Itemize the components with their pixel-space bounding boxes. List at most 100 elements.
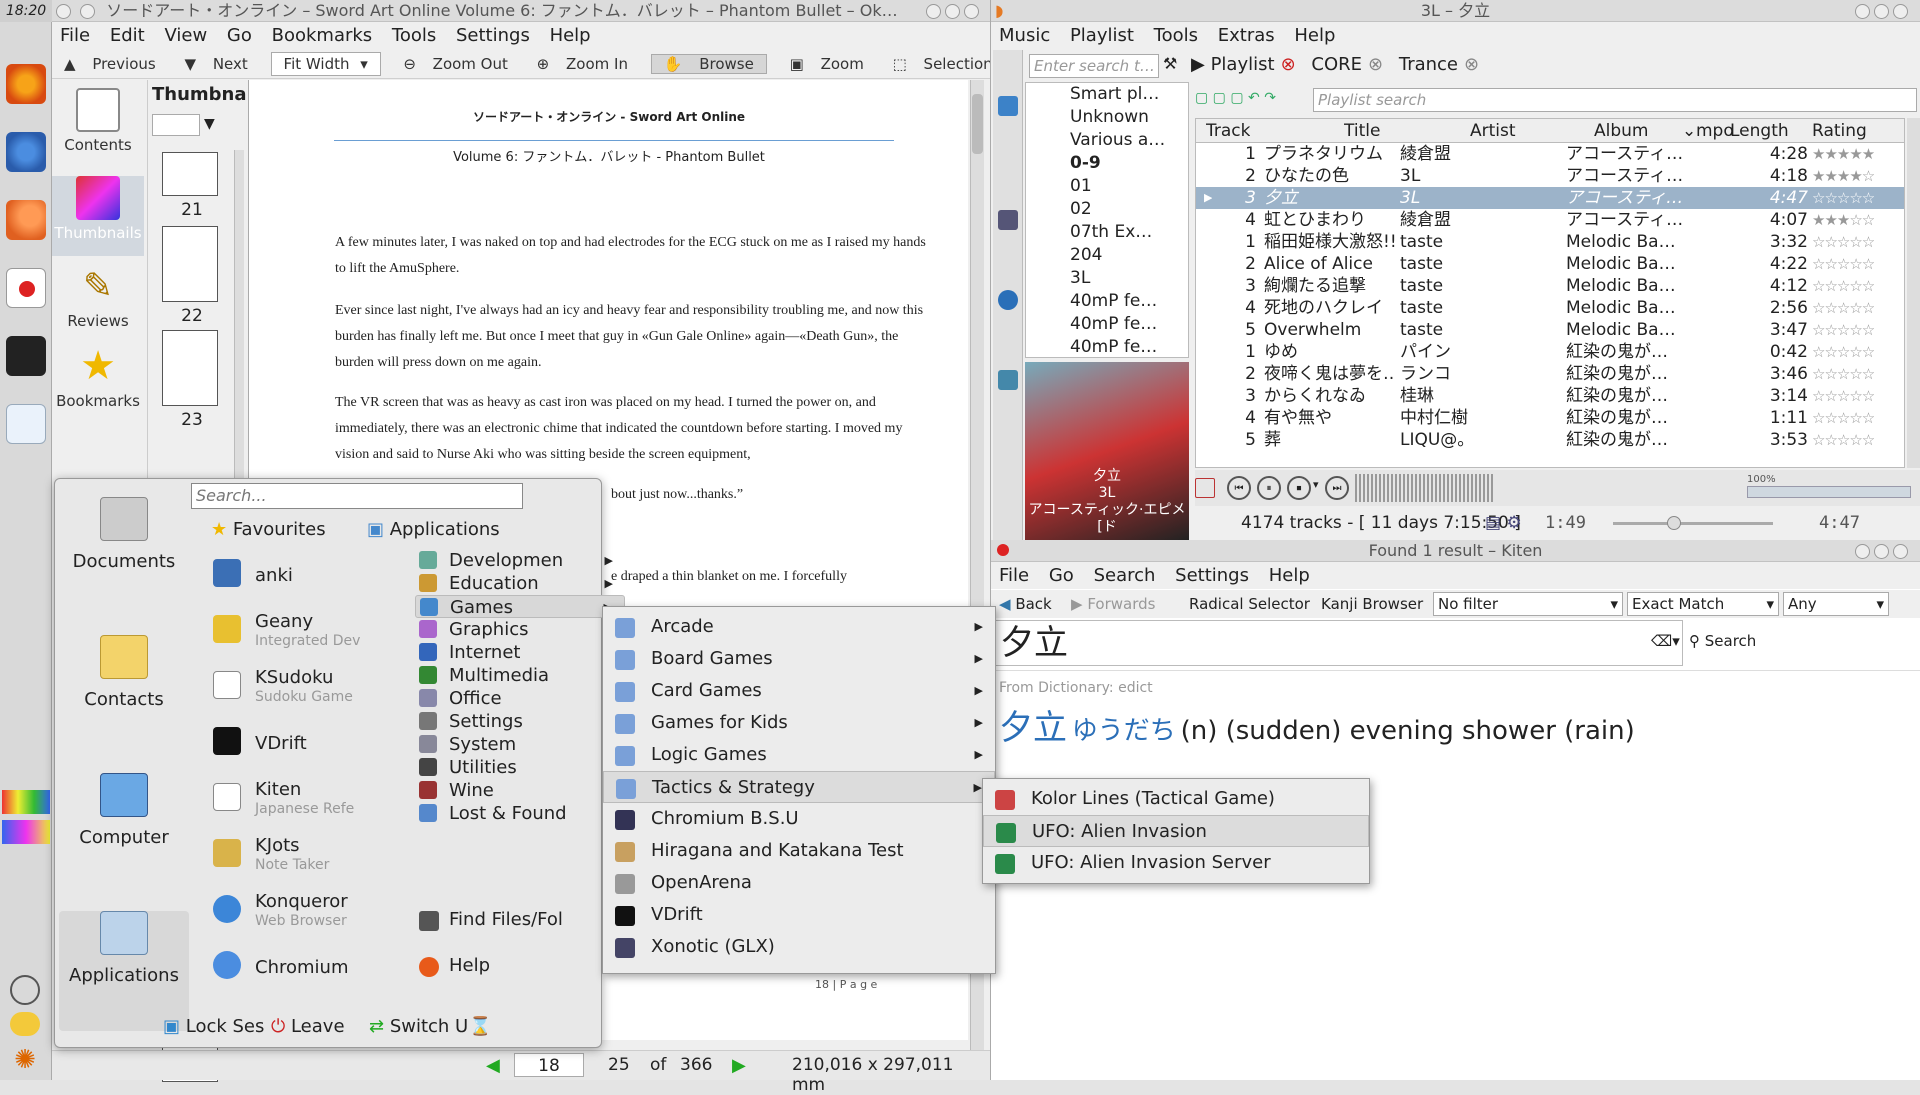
playlist-cell-rating[interactable]: ★★★★★	[1812, 143, 1874, 165]
games-item-openarena[interactable]: OpenArena	[603, 867, 995, 899]
playlist-toolbar-icons[interactable]: ▢ ▢ ▢ ↶ ↷	[1195, 90, 1276, 106]
sidebar-reviews[interactable]: ✎Reviews	[52, 256, 144, 336]
playlist-cell-rating[interactable]: ☆☆☆☆☆	[1812, 407, 1874, 429]
next-track-icon[interactable]: ⏭	[1325, 476, 1349, 500]
kmag-icon[interactable]	[6, 404, 46, 444]
firefox-icon[interactable]	[6, 64, 46, 104]
playlist-cell-rating[interactable]: ☆☆☆☆☆	[1812, 385, 1874, 407]
playlists-icon[interactable]	[998, 210, 1018, 230]
playlist-row[interactable]: 2 夜啼く鬼は夢を… ランコ 紅染の鬼が… 3:46 ☆☆☆☆☆	[1196, 363, 1904, 385]
category-games[interactable]: Games▶	[415, 595, 625, 618]
collection-item[interactable]: 40mP fe…	[1026, 336, 1188, 359]
internet-icon[interactable]	[998, 290, 1018, 310]
playlist-row[interactable]: 4 死地のハクレイ taste Melodic Ba… 2:56 ☆☆☆☆☆	[1196, 297, 1904, 319]
stop-icon[interactable]: ⏹	[1287, 476, 1311, 500]
playlist-cell-rating[interactable]: ★★★☆☆	[1812, 209, 1874, 231]
menu-file[interactable]: File	[999, 565, 1029, 586]
category-developmen[interactable]: Developmen ▶	[415, 549, 625, 572]
radical-selector-button[interactable]: Radical Selector	[1189, 590, 1310, 618]
col-title[interactable]: Title	[1344, 119, 1380, 143]
amarok-app-icon[interactable]: ◗	[995, 0, 1003, 22]
sidebar-thumbnails[interactable]: Thumbnails	[52, 176, 144, 256]
col-tempo[interactable]: mpo	[1696, 119, 1734, 143]
games-item-arcade[interactable]: Arcade ▶	[603, 611, 995, 643]
search-options-icon[interactable]: ⚒	[1163, 54, 1177, 73]
volume-slider[interactable]	[1747, 486, 1911, 498]
fav-chromium[interactable]: Chromium	[205, 943, 385, 999]
col-album[interactable]: Album	[1594, 119, 1648, 143]
amarok-side-tabs[interactable]	[993, 50, 1023, 540]
fav-kiten[interactable]: Kiten Japanese Refe	[205, 775, 385, 831]
tab-trance[interactable]: Trance	[1399, 54, 1458, 75]
pager-icon[interactable]	[2, 790, 50, 814]
fav-vdrift[interactable]: VDrift	[205, 719, 385, 775]
zoom-in-button[interactable]: ⊕ Zoom In	[531, 55, 634, 73]
collection-item[interactable]: Various a…	[1026, 129, 1188, 152]
browse-button[interactable]: ✋ Browse	[650, 54, 767, 74]
playlist-row[interactable]: 3 夕立 3L アコースティ… 4:47 ☆☆☆☆☆ ▶	[1196, 187, 1904, 209]
category-wine[interactable]: Wine▶	[415, 779, 625, 802]
pin-icon[interactable]	[80, 4, 96, 19]
collection-item[interactable]: 3L	[1026, 267, 1188, 290]
close-icon[interactable]	[1893, 544, 1908, 559]
collection-search-input[interactable]: Enter search t…	[1029, 54, 1159, 78]
tactics-item-ufo-alien-invasion[interactable]: UFO: Alien Invasion	[983, 815, 1369, 847]
network-icon[interactable]	[10, 975, 40, 1005]
type-combo[interactable]: Any ▾	[1783, 592, 1889, 616]
collection-item[interactable]: 40mP fe…	[1026, 290, 1188, 313]
filter-combo[interactable]: No filter ▾	[1433, 592, 1623, 616]
menu-settings[interactable]: Settings	[456, 25, 530, 46]
menu-tools[interactable]: Tools	[1154, 25, 1198, 46]
games-item-games-for-kids[interactable]: Games for Kids ▶	[603, 707, 995, 739]
tactics-item-kolor-lines-tactical-game-[interactable]: Kolor Lines (Tactical Game)	[983, 783, 1369, 815]
next-page-icon[interactable]: ▶	[732, 1055, 746, 1076]
kiten-search-input[interactable]: 夕立	[995, 620, 1683, 666]
category-education[interactable]: Education ▶	[415, 572, 625, 595]
pause-icon[interactable]: ⏸	[1257, 476, 1281, 500]
collection-item[interactable]: 40mP fe…	[1026, 313, 1188, 336]
album-cover[interactable]: 夕立 3L アコースティック·エピメ[ド	[1025, 362, 1189, 540]
tab-core[interactable]: CORE	[1311, 54, 1362, 75]
category-multimedia[interactable]: Multimedia▶	[415, 664, 625, 687]
maximize-icon[interactable]	[1874, 544, 1889, 559]
category-settings[interactable]: Settings▶	[415, 710, 625, 733]
games-item-board-games[interactable]: Board Games ▶	[603, 643, 995, 675]
games-item-xonotic-glx-[interactable]: Xonotic (GLX)	[603, 931, 995, 963]
playlist-row[interactable]: 2 Alice of Alice taste Melodic Ba… 4:22 ☆☆☆☆☆	[1196, 253, 1904, 275]
collection-item[interactable]: 204	[1026, 244, 1188, 267]
maximize-icon[interactable]	[945, 4, 960, 19]
window-menu-icon[interactable]	[56, 4, 71, 19]
scrollbar-handle[interactable]	[972, 94, 983, 154]
fav-geany[interactable]: Geany Integrated Dev	[205, 607, 385, 663]
progress-handle[interactable]	[1666, 516, 1681, 530]
clear-input-icon[interactable]: ⌫▾	[1651, 632, 1680, 650]
playlist-row[interactable]: 1 プラネタリウム 綾倉盟 アコースティ… 4:28 ★★★★★	[1196, 143, 1904, 165]
close-tab-icon[interactable]: ⊗	[1464, 54, 1479, 75]
tactics-item-ufo-alien-invasion-server[interactable]: UFO: Alien Invasion Server	[983, 847, 1369, 879]
tab-playlist[interactable]: Playlist	[1211, 54, 1275, 75]
sidebar-contents[interactable]: Contents	[52, 88, 144, 168]
maximize-icon[interactable]	[1874, 4, 1889, 19]
match-combo[interactable]: Exact Match ▾	[1627, 592, 1779, 616]
playlist-cell-rating[interactable]: ☆☆☆☆☆	[1812, 231, 1874, 253]
menu-edit[interactable]: Edit	[110, 25, 145, 46]
playlist-row[interactable]: 4 虹とひまわり 綾倉盟 アコースティ… 4:07 ★★★☆☆	[1196, 209, 1904, 231]
menu-help[interactable]: Help	[1294, 25, 1335, 46]
close-icon[interactable]	[964, 4, 979, 19]
menu-search[interactable]: Search	[1094, 565, 1156, 586]
place-documents[interactable]: Documents	[59, 497, 189, 617]
menu-go[interactable]: Go	[1049, 565, 1074, 586]
col-track[interactable]: Track	[1206, 119, 1250, 143]
playlist-row[interactable]: 2 ひなたの色 3L アコースティ… 4:18 ★★★★☆	[1196, 165, 1904, 187]
minimize-icon[interactable]	[926, 4, 941, 19]
kickoff-search-input[interactable]: Search...	[191, 483, 523, 509]
search-button[interactable]: ⚲ Search	[1689, 632, 1756, 650]
playlist-row[interactable]: 5 葬 LIQU@。 紅染の鬼が… 3:53 ☆☆☆☆☆	[1196, 429, 1904, 451]
stop-menu-icon[interactable]: ▾	[1313, 478, 1319, 491]
kiten-app-icon[interactable]	[997, 544, 1009, 556]
playlist-action-icons[interactable]: ▤ ⚙	[1485, 508, 1522, 538]
thumbnail-page[interactable]	[162, 330, 218, 406]
fav-anki[interactable]: anki	[205, 551, 385, 607]
games-item-logic-games[interactable]: Logic Games ▶	[603, 739, 995, 771]
menu-file[interactable]: File	[60, 25, 90, 46]
